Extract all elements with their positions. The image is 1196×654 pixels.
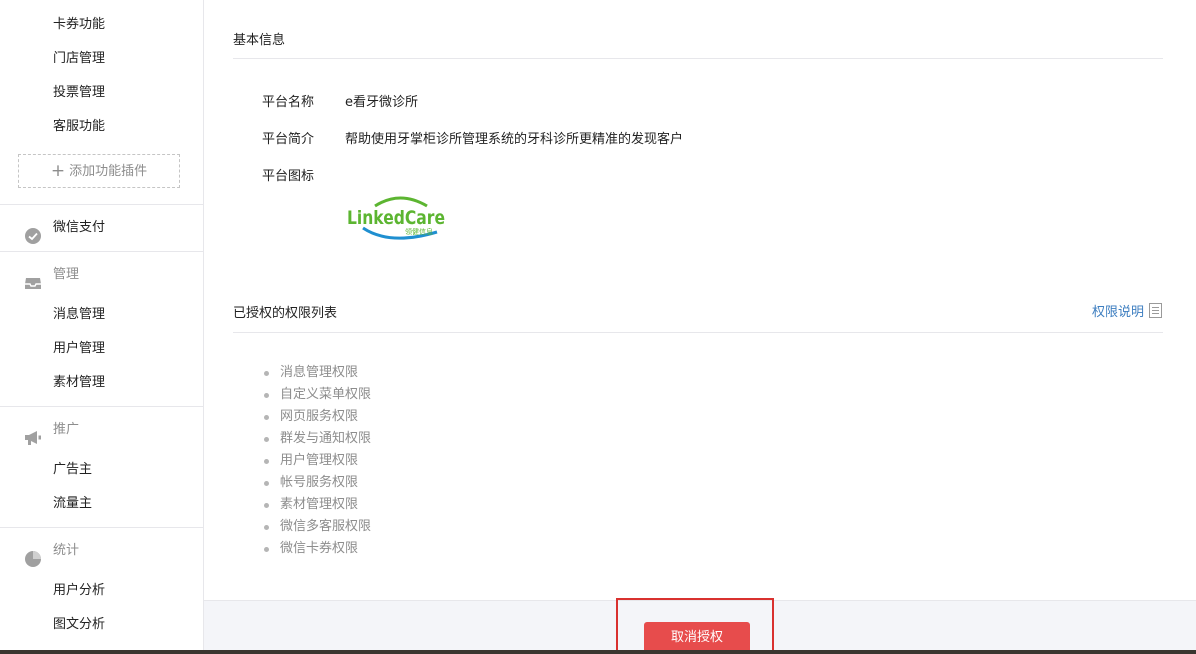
inbox-icon: [24, 266, 42, 289]
sidebar-item-article-analysis[interactable]: 图文分析: [0, 608, 203, 642]
sidebar-item-wechat-pay[interactable]: 微信支付: [0, 205, 203, 251]
sidebar-item-materials[interactable]: 素材管理: [0, 366, 203, 400]
divider: [233, 332, 1163, 333]
list-item: 网页服务权限: [262, 406, 371, 428]
platform-name-value: e看牙微诊所: [345, 95, 418, 110]
main-content: 基本信息 平台名称 e看牙微诊所 平台简介 帮助使用牙掌柜诊所管理系统的牙科诊所…: [204, 0, 1196, 654]
document-icon: [1149, 303, 1162, 318]
divider: [233, 58, 1163, 59]
sidebar-group-label: 统计: [53, 543, 80, 558]
sidebar-group-manage: 管理: [0, 252, 203, 298]
list-item: 帐号服务权限: [262, 472, 371, 494]
sidebar-item-user-analysis[interactable]: 用户分析: [0, 574, 203, 608]
platform-intro-label: 平台简介: [262, 132, 315, 147]
sidebar-group-stats: 统计: [0, 528, 203, 574]
pie-chart-icon: [24, 542, 42, 567]
sidebar-group-promote: 推广: [0, 407, 203, 453]
permission-list: 消息管理权限 自定义菜单权限 网页服务权限 群发与通知权限 用户管理权限 帐号服…: [262, 362, 371, 560]
sidebar-item-coupons[interactable]: 卡券功能: [0, 8, 203, 42]
plus-icon: +: [50, 161, 66, 181]
sidebar-item-users[interactable]: 用户管理: [0, 332, 203, 366]
platform-logo: LinkedCare 领健信息: [345, 194, 449, 242]
sidebar-item-messages[interactable]: 消息管理: [0, 298, 203, 332]
page: 卡券功能 门店管理 投票管理 客服功能 + 添加功能插件 微信支付 管理 消息管理…: [0, 0, 1196, 654]
sidebar-item-customer-service[interactable]: 客服功能: [0, 110, 203, 144]
megaphone-icon: [24, 421, 42, 445]
sidebar-group-label: 管理: [53, 267, 80, 282]
sidebar-item-voting[interactable]: 投票管理: [0, 76, 203, 110]
add-plugin-button[interactable]: + 添加功能插件: [18, 154, 180, 188]
sidebar: 卡券功能 门店管理 投票管理 客服功能 + 添加功能插件 微信支付 管理 消息管理…: [0, 0, 204, 654]
list-item: 用户管理权限: [262, 450, 371, 472]
list-item: 群发与通知权限: [262, 428, 371, 450]
sidebar-group-label: 推广: [53, 422, 80, 437]
add-plugin-label: 添加功能插件: [69, 164, 148, 179]
taskbar-strip: [0, 650, 1196, 654]
wechat-pay-icon: [24, 219, 42, 244]
list-item: 微信多客服权限: [262, 516, 371, 538]
platform-name-label: 平台名称: [262, 95, 315, 110]
sidebar-item-stores[interactable]: 门店管理: [0, 42, 203, 76]
list-item: 微信卡券权限: [262, 538, 371, 560]
permission-help-label: 权限说明: [1091, 305, 1144, 320]
sidebar-item-publisher[interactable]: 流量主: [0, 487, 203, 521]
permission-help-link[interactable]: 权限说明: [1092, 301, 1162, 320]
section-title-permissions: 已授权的权限列表: [233, 306, 338, 321]
list-item: 消息管理权限: [262, 362, 371, 384]
logo-subtext: 领健信息: [405, 227, 433, 236]
sidebar-item-advertiser[interactable]: 广告主: [0, 453, 203, 487]
list-item: 自定义菜单权限: [262, 384, 371, 406]
platform-intro-value: 帮助使用牙掌柜诊所管理系统的牙科诊所更精准的发现客户: [345, 132, 684, 147]
svg-text:LinkedCare: LinkedCare: [347, 207, 445, 229]
section-title-basic-info: 基本信息: [233, 33, 286, 48]
list-item: 素材管理权限: [262, 494, 371, 516]
sidebar-item-label: 微信支付: [53, 220, 106, 235]
platform-icon-label: 平台图标: [262, 169, 315, 184]
